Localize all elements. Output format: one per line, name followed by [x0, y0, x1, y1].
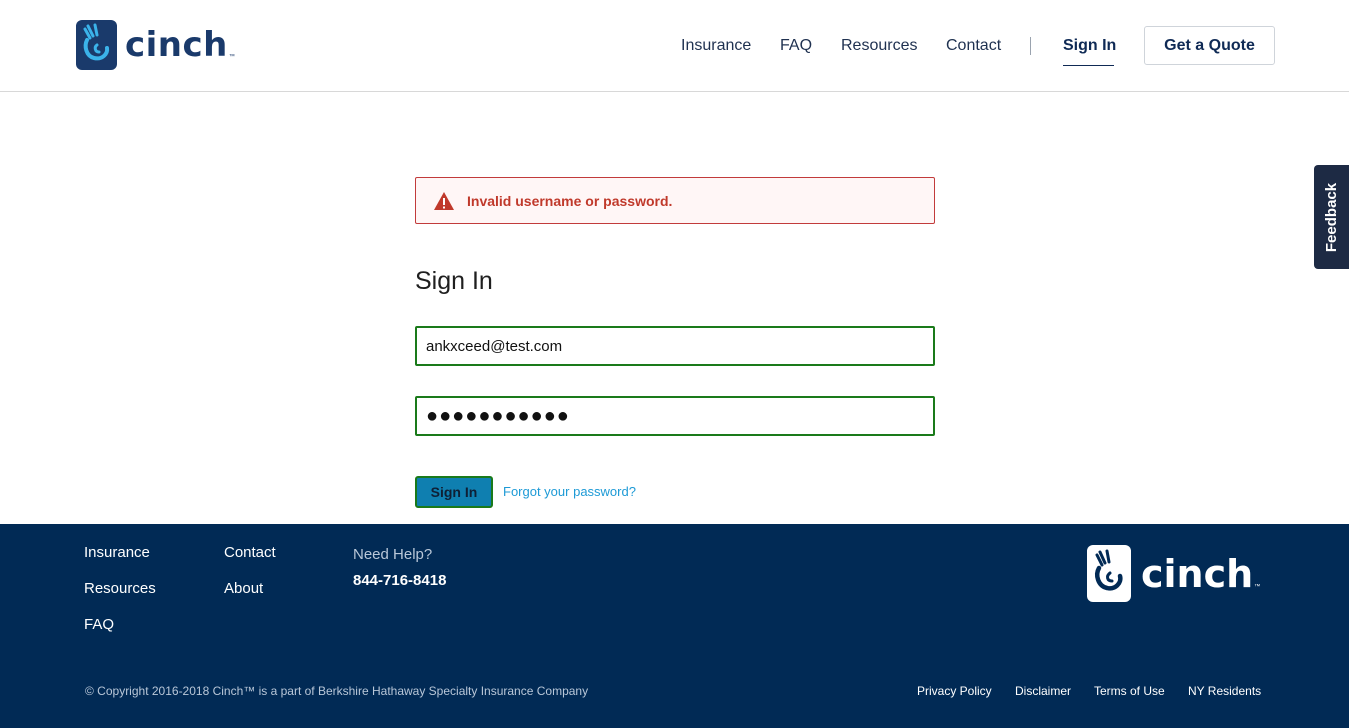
- nav-resources[interactable]: Resources: [841, 37, 917, 55]
- get-a-quote-button[interactable]: Get a Quote: [1144, 26, 1275, 65]
- nav-active-underline: [1063, 65, 1114, 66]
- site-header: cinch ™ Insurance FAQ Resources Contact …: [0, 0, 1349, 92]
- footer-link-contact[interactable]: Contact: [224, 544, 276, 561]
- footer-logo-wordmark: cinch: [1141, 551, 1254, 596]
- footer-link-ny-residents[interactable]: NY Residents: [1188, 684, 1261, 698]
- email-field[interactable]: [415, 326, 935, 366]
- need-help-label: Need Help?: [353, 546, 433, 563]
- cinch-logo[interactable]: cinch ™: [76, 20, 235, 70]
- warning-triangle-icon: [434, 191, 454, 210]
- hand-logo-icon: [76, 20, 117, 70]
- nav-insurance[interactable]: Insurance: [681, 37, 751, 55]
- password-field[interactable]: [415, 396, 935, 436]
- footer-link-disclaimer[interactable]: Disclaimer: [1015, 684, 1071, 698]
- logo-wordmark: cinch: [125, 25, 228, 65]
- site-footer: Insurance Resources FAQ Contact About Ne…: [0, 524, 1349, 728]
- footer-cinch-logo[interactable]: cinch ™: [1087, 545, 1260, 602]
- copyright-text: © Copyright 2016-2018 Cinch™ is a part o…: [85, 684, 589, 698]
- footer-link-privacy-policy[interactable]: Privacy Policy: [917, 684, 992, 698]
- nav-contact[interactable]: Contact: [946, 37, 1001, 55]
- nav-sign-in[interactable]: Sign In: [1063, 37, 1116, 55]
- footer-link-resources[interactable]: Resources: [84, 580, 156, 597]
- footer-logo-trademark: ™: [1254, 584, 1261, 590]
- footer-link-terms-of-use[interactable]: Terms of Use: [1094, 684, 1165, 698]
- page-title: Sign In: [415, 267, 493, 295]
- nav-faq[interactable]: FAQ: [780, 37, 812, 55]
- logo-trademark: ™: [228, 54, 235, 60]
- help-phone-number[interactable]: 844-716-8418: [353, 572, 446, 589]
- footer-link-about[interactable]: About: [224, 580, 263, 597]
- error-alert: Invalid username or password.: [415, 177, 935, 224]
- footer-hand-logo-icon: [1087, 545, 1131, 602]
- footer-link-insurance[interactable]: Insurance: [84, 544, 150, 561]
- feedback-tab[interactable]: Feedback: [1314, 165, 1349, 269]
- forgot-password-link[interactable]: Forgot your password?: [503, 484, 636, 499]
- sign-in-button[interactable]: Sign In: [415, 476, 493, 508]
- feedback-label: Feedback: [1323, 182, 1341, 252]
- error-message: Invalid username or password.: [467, 192, 673, 209]
- footer-link-faq[interactable]: FAQ: [84, 616, 114, 633]
- nav-divider: [1030, 37, 1031, 55]
